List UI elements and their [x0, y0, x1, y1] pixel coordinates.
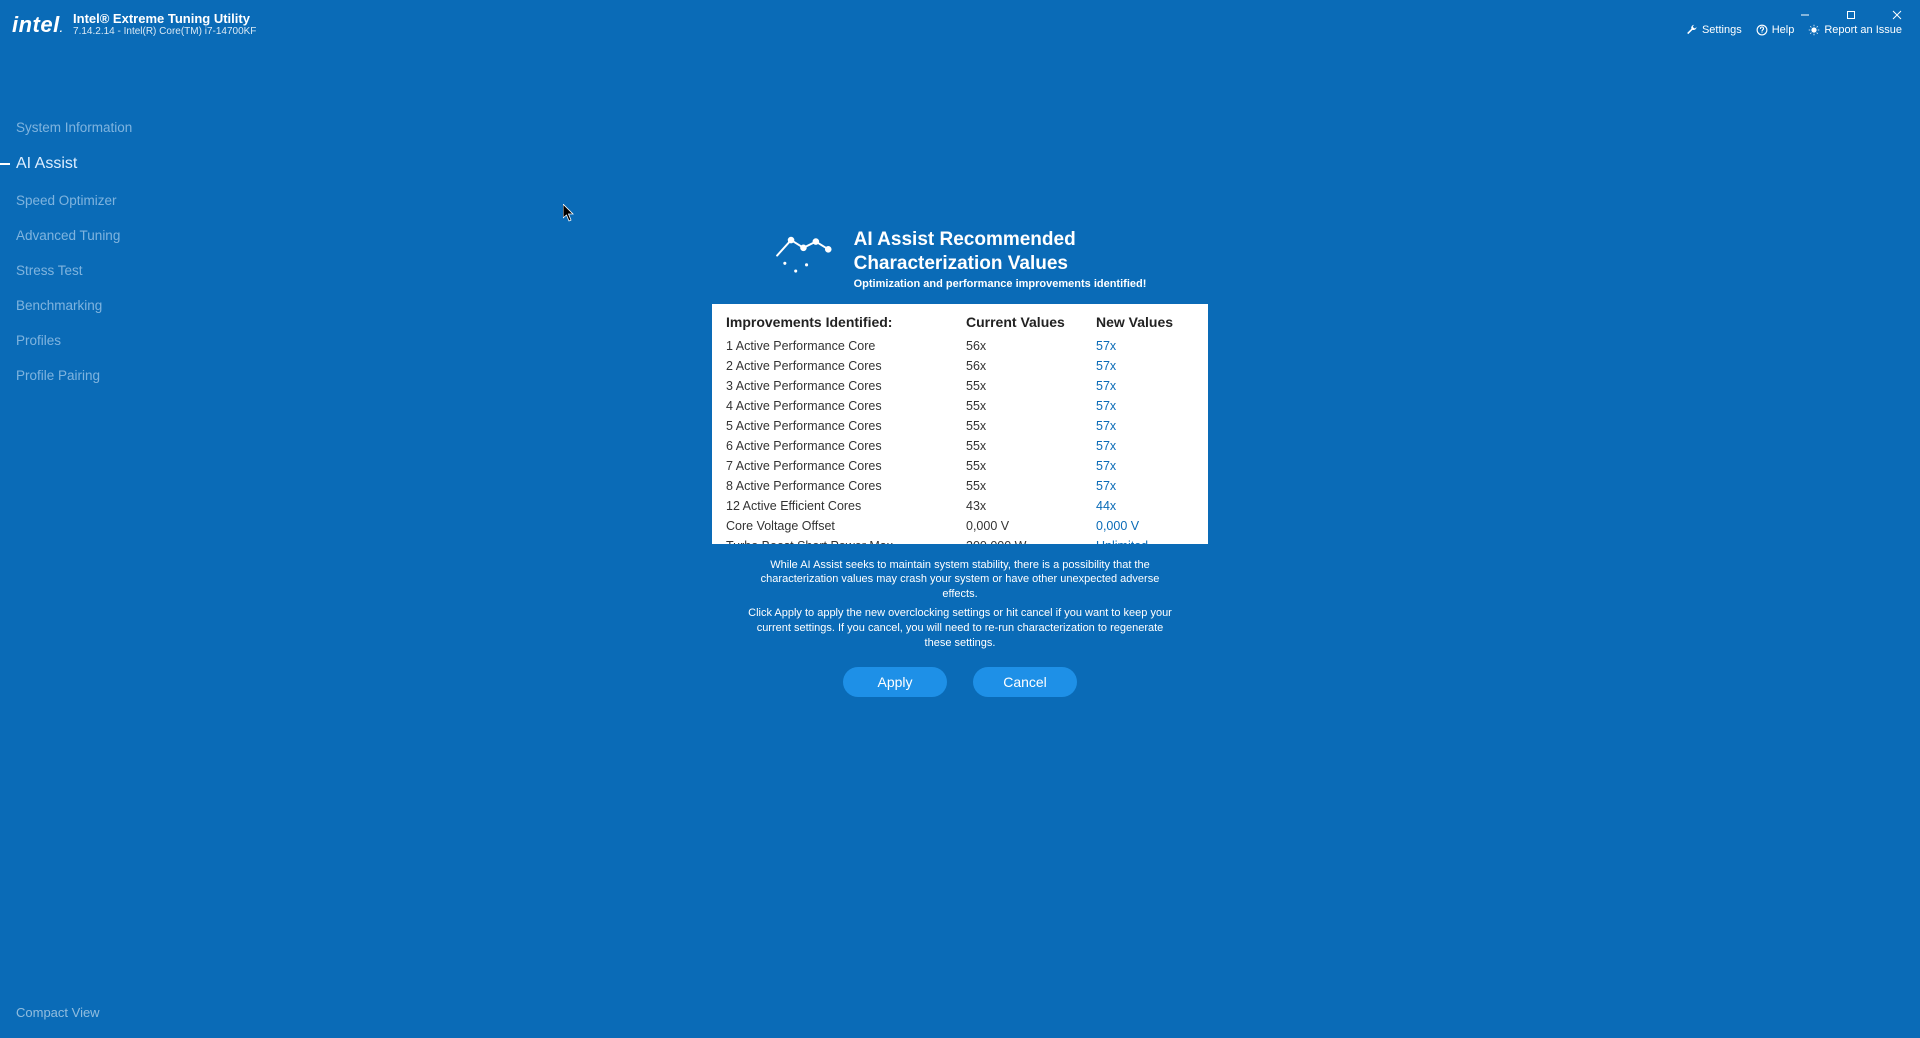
row-current: 300,000 W	[966, 536, 1096, 544]
row-label: 3 Active Performance Cores	[726, 376, 966, 396]
table-row: 1 Active Performance Core56x57x	[726, 336, 1194, 356]
report-label: Report an Issue	[1824, 24, 1902, 36]
help-icon	[1756, 24, 1768, 36]
row-new: 57x	[1096, 356, 1186, 376]
row-label: 7 Active Performance Cores	[726, 456, 966, 476]
nav-stress-test[interactable]: Stress Test	[0, 253, 200, 288]
row-new: Unlimited	[1096, 536, 1186, 544]
row-current: 56x	[966, 356, 1096, 376]
row-current: 43x	[966, 496, 1096, 516]
nav-benchmarking[interactable]: Benchmarking	[0, 288, 200, 323]
nav-speed-optimizer[interactable]: Speed Optimizer	[0, 183, 200, 218]
row-label: 1 Active Performance Core	[726, 336, 966, 356]
table-row: Core Voltage Offset0,000 V0,000 V	[726, 516, 1194, 536]
intel-logo: intel	[12, 12, 63, 38]
row-current: 55x	[966, 376, 1096, 396]
row-label: 6 Active Performance Cores	[726, 436, 966, 456]
col-header-improvements: Improvements Identified:	[726, 314, 966, 330]
report-link[interactable]: Report an Issue	[1808, 24, 1902, 36]
row-label: 5 Active Performance Cores	[726, 416, 966, 436]
row-label: Turbo Boost Short Power Max	[726, 536, 966, 544]
table-row: 4 Active Performance Cores55x57x	[726, 396, 1194, 416]
nav-advanced-tuning[interactable]: Advanced Tuning	[0, 218, 200, 253]
dialog-subtitle: Optimization and performance improvement…	[854, 278, 1147, 290]
table-row: 7 Active Performance Cores55x57x	[726, 456, 1194, 476]
col-header-new: New Values	[1096, 314, 1186, 330]
row-current: 55x	[966, 416, 1096, 436]
row-new: 0,000 V	[1096, 516, 1186, 536]
row-current: 56x	[966, 336, 1096, 356]
mouse-cursor-icon	[563, 204, 575, 222]
help-link[interactable]: Help	[1756, 24, 1795, 36]
table-row: 12 Active Efficient Cores43x44x	[726, 496, 1194, 516]
row-new: 57x	[1096, 476, 1186, 496]
side-nav: System Information AI Assist Speed Optim…	[0, 110, 200, 393]
row-new: 44x	[1096, 496, 1186, 516]
table-row: 5 Active Performance Cores55x57x	[726, 416, 1194, 436]
row-current: 55x	[966, 436, 1096, 456]
nav-profile-pairing[interactable]: Profile Pairing	[0, 358, 200, 393]
row-new: 57x	[1096, 336, 1186, 356]
settings-link[interactable]: Settings	[1686, 24, 1742, 36]
nav-system-information[interactable]: System Information	[0, 110, 200, 145]
table-row: Turbo Boost Short Power Max300,000 WUnli…	[726, 536, 1194, 544]
improvements-panel[interactable]: Improvements Identified: Current Values …	[712, 304, 1208, 544]
row-current: 55x	[966, 476, 1096, 496]
title-bar: intel Intel® Extreme Tuning Utility 7.14…	[0, 0, 1920, 35]
table-row: 8 Active Performance Cores55x57x	[726, 476, 1194, 496]
app-title: Intel® Extreme Tuning Utility	[73, 12, 256, 26]
table-row: 2 Active Performance Cores56x57x	[726, 356, 1194, 376]
help-label: Help	[1772, 24, 1795, 36]
dialog-title: AI Assist Recommended Characterization V…	[854, 228, 1147, 276]
row-new: 57x	[1096, 396, 1186, 416]
nav-compact-view[interactable]: Compact View	[16, 1005, 100, 1020]
row-label: 2 Active Performance Cores	[726, 356, 966, 376]
row-label: 12 Active Efficient Cores	[726, 496, 966, 516]
wrench-icon	[1686, 24, 1698, 36]
table-row: 6 Active Performance Cores55x57x	[726, 436, 1194, 456]
row-current: 55x	[966, 456, 1096, 476]
nav-ai-assist[interactable]: AI Assist	[0, 145, 200, 183]
dialog-disclaimer: While AI Assist seeks to maintain system…	[745, 554, 1175, 655]
row-new: 57x	[1096, 416, 1186, 436]
ai-assist-dialog: AI Assist Recommended Characterization V…	[710, 228, 1210, 697]
ai-assist-icon	[774, 232, 836, 276]
app-version: 7.14.2.14 - Intel(R) Core(TM) i7-14700KF	[73, 26, 256, 37]
nav-profiles[interactable]: Profiles	[0, 323, 200, 358]
row-label: 4 Active Performance Cores	[726, 396, 966, 416]
row-label: 8 Active Performance Cores	[726, 476, 966, 496]
row-new: 57x	[1096, 436, 1186, 456]
row-new: 57x	[1096, 376, 1186, 396]
col-header-current: Current Values	[966, 314, 1096, 330]
apply-button[interactable]: Apply	[843, 667, 947, 697]
row-current: 55x	[966, 396, 1096, 416]
bug-icon	[1808, 24, 1820, 36]
row-current: 0,000 V	[966, 516, 1096, 536]
row-label: Core Voltage Offset	[726, 516, 966, 536]
table-row: 3 Active Performance Cores55x57x	[726, 376, 1194, 396]
settings-label: Settings	[1702, 24, 1742, 36]
cancel-button[interactable]: Cancel	[973, 667, 1077, 697]
row-new: 57x	[1096, 456, 1186, 476]
